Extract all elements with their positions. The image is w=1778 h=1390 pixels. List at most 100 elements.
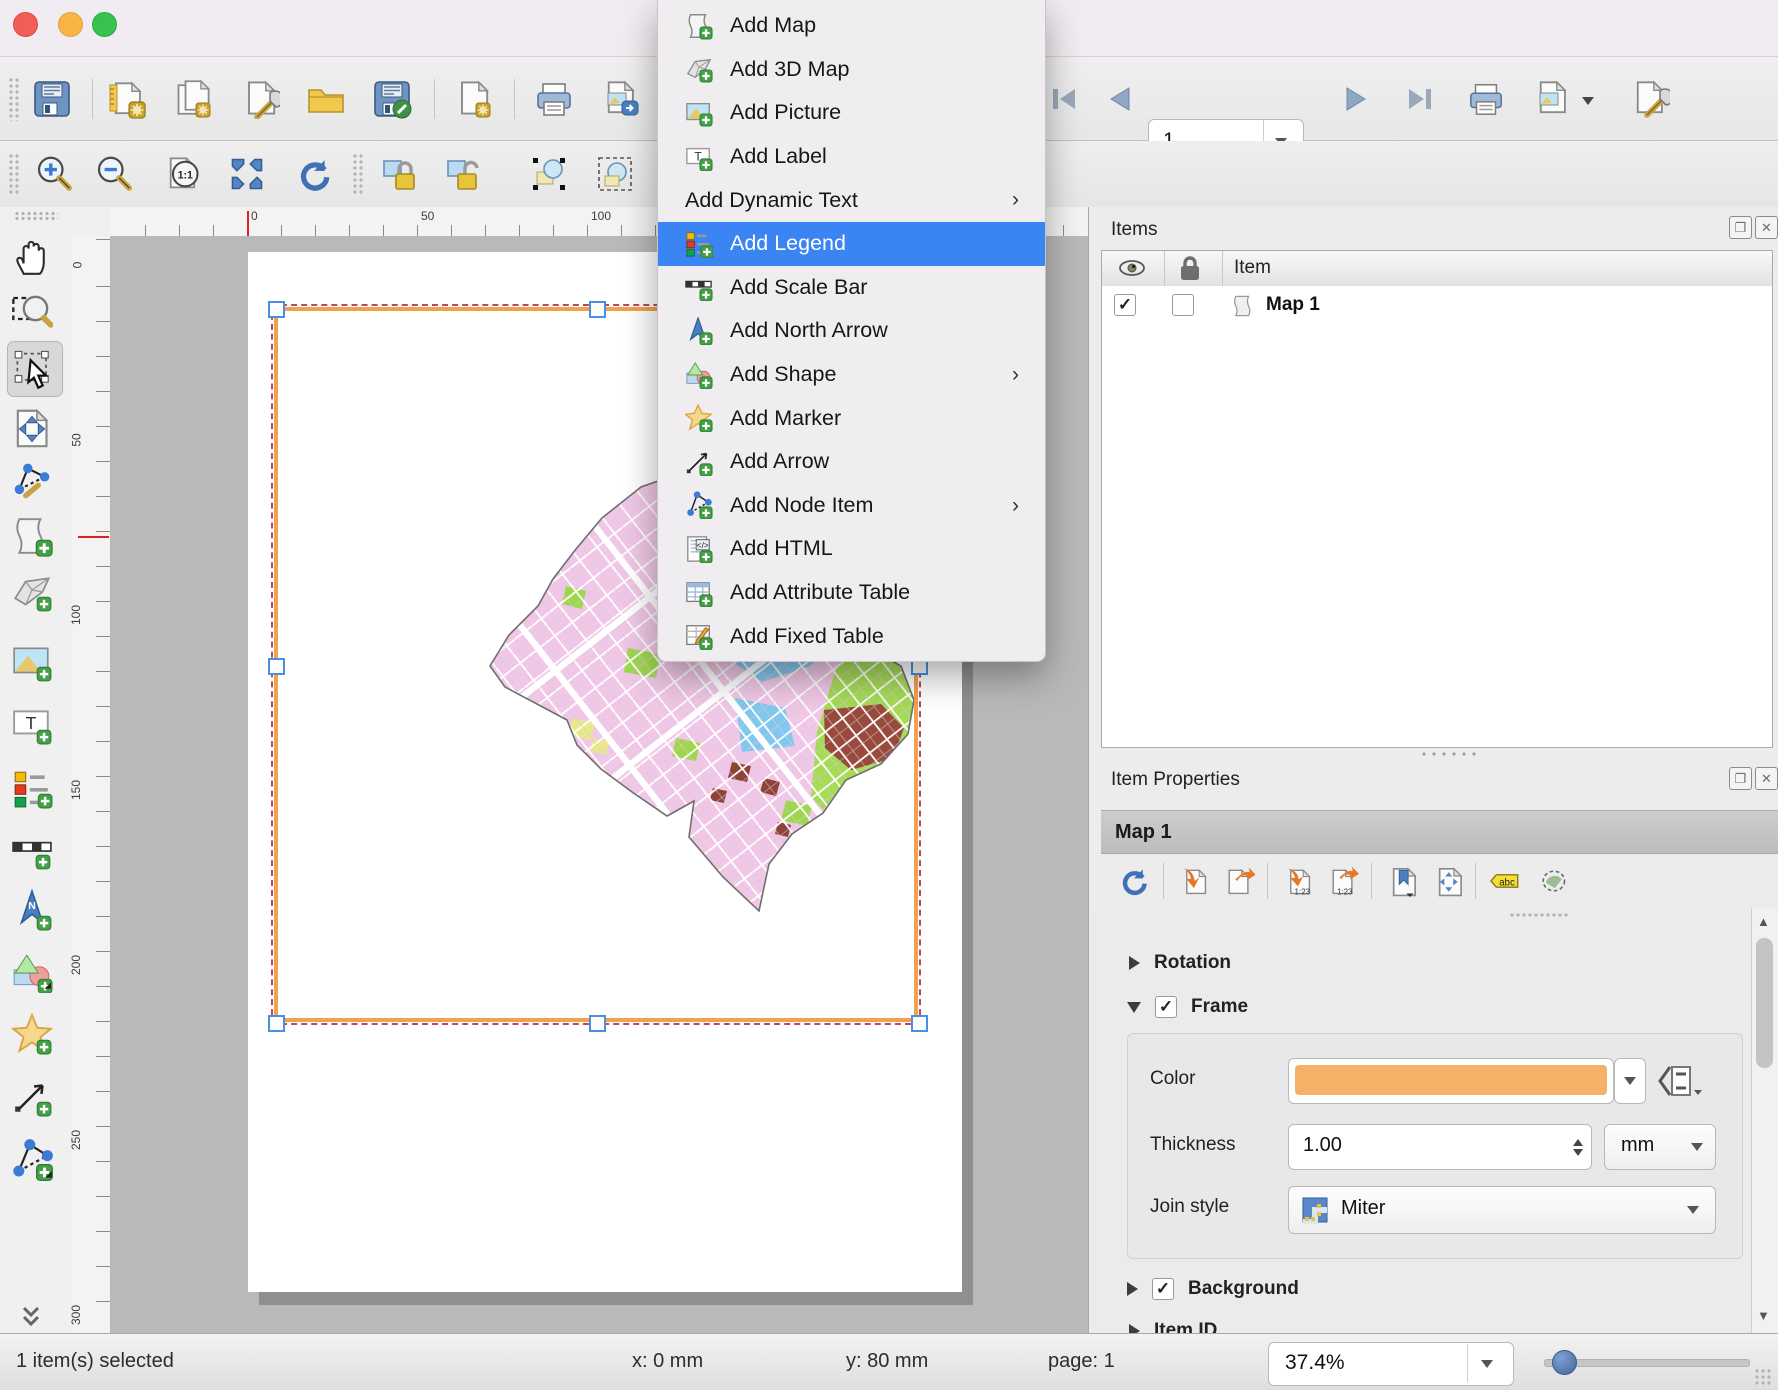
menu-item-add-attribute-table[interactable]: Add Attribute Table [658,571,1045,615]
interactive-edit-button[interactable] [1427,861,1467,901]
add-label-tool-button[interactable]: T [7,699,57,749]
atlas-first-feature-button[interactable] [1042,78,1086,120]
edit-nodes-tool-button[interactable] [7,456,57,506]
frame-section-header[interactable]: ✓ Frame [1127,996,1248,1018]
items-panel-float-button[interactable]: ❐ [1729,216,1752,239]
zoom-tool-button[interactable] [7,287,57,337]
panel-splitter[interactable] [1419,750,1479,758]
items-panel-close-button[interactable]: ✕ [1755,216,1778,239]
zoom-full-button[interactable] [224,152,270,196]
properties-scrollbar[interactable]: ▲ ▼ [1751,908,1778,1333]
frame-color-button[interactable] [1288,1058,1614,1104]
refresh-view-button[interactable] [290,152,336,196]
add-scale-bar-tool-button[interactable] [7,825,57,875]
menu-item-add-label[interactable]: T Add Label [658,135,1045,179]
rotation-section-header[interactable]: Rotation [1129,952,1231,974]
thickness-spinner[interactable] [1573,1133,1583,1161]
toolbar-grip[interactable] [8,153,20,195]
frame-color-dropdown-button[interactable] [1614,1058,1646,1104]
selection-handle-bottom-left[interactable] [268,1015,285,1032]
zoom-window-button[interactable] [92,12,117,37]
select-all-button[interactable] [526,152,572,196]
selection-handle-bottom-middle[interactable] [589,1015,606,1032]
minimize-window-button[interactable] [58,12,83,37]
save-project-button[interactable] [28,76,76,122]
map-labels-button[interactable]: abc [1485,861,1529,901]
background-section-header[interactable]: ✓ Background [1127,1278,1299,1300]
scrollbar-up-icon[interactable]: ▲ [1757,914,1771,929]
move-item-content-tool-button[interactable] [7,404,57,454]
pan-tool-button[interactable] [7,232,57,282]
atlas-previous-feature-button[interactable] [1098,78,1142,120]
new-layout-button[interactable] [102,76,150,122]
lock-items-button[interactable] [378,152,424,196]
color-data-defined-override-button[interactable] [1656,1062,1704,1100]
set-map-extent-button[interactable] [1173,861,1213,901]
items-list-row-map1[interactable]: ✓ Map 1 [1102,286,1772,326]
add-north-arrow-tool-button[interactable]: N [7,885,57,935]
add-marker-tool-button[interactable] [7,1009,57,1059]
menu-item-add-3d-map[interactable]: Add 3D Map [658,48,1045,92]
unlock-items-button[interactable] [442,152,488,196]
menu-item-add-fixed-table[interactable]: Add Fixed Table [658,614,1045,658]
scrollbar-thumb[interactable] [1756,938,1773,1068]
frame-checkbox[interactable]: ✓ [1155,996,1177,1018]
add-picture-tool-button[interactable] [7,637,57,687]
atlas-next-feature-button[interactable] [1334,78,1378,120]
atlas-last-feature-button[interactable] [1398,78,1442,120]
toolbar-grip[interactable] [8,77,20,121]
open-folder-button[interactable] [302,76,350,122]
background-checkbox[interactable]: ✓ [1152,1278,1174,1300]
selection-handle-top-left[interactable] [268,301,285,318]
join-style-combo[interactable]: Miter [1288,1186,1716,1234]
zoom-in-button[interactable] [30,152,76,196]
export-atlas-dropdown-icon[interactable] [1582,97,1594,105]
set-map-scale-button[interactable]: 1:23 [1277,861,1317,901]
new-report-button[interactable] [448,76,496,122]
zoom-level-combo[interactable]: 37.4% [1268,1342,1514,1386]
save-as-button[interactable] [368,76,416,122]
toolbar-grip[interactable] [352,153,364,195]
bookmark-extent-button[interactable] [1381,861,1421,901]
more-tools-button[interactable] [16,1302,46,1337]
add-arrow-tool-button[interactable] [7,1071,57,1121]
map1-lock-checkbox[interactable] [1172,294,1194,316]
add-map-tool-button[interactable] [7,511,57,561]
map1-visibility-checkbox[interactable]: ✓ [1114,294,1136,316]
add-legend-tool-button[interactable] [7,763,57,813]
menu-item-add-legend[interactable]: Add Legend [658,222,1045,266]
refresh-map-button[interactable] [1113,861,1153,901]
item-properties-close-button[interactable]: ✕ [1755,767,1778,790]
zoom-slider-handle[interactable] [1552,1350,1577,1375]
resize-grip[interactable] [1754,1368,1772,1386]
selection-handle-top-middle[interactable] [589,301,606,318]
add-3d-map-tool-button[interactable] [7,567,57,617]
atlas-settings-button[interactable] [1626,76,1674,122]
thickness-unit-combo[interactable]: mm [1604,1124,1716,1170]
menu-item-add-marker[interactable]: Add Marker [658,396,1045,440]
menu-item-add-picture[interactable]: Add Picture [658,91,1045,135]
menu-item-add-arrow[interactable]: Add Arrow [658,440,1045,484]
selection-handle-bottom-right[interactable] [911,1015,928,1032]
select-move-item-tool-button[interactable] [7,341,63,397]
map-clipping-button[interactable] [1533,861,1573,901]
deselect-all-button[interactable] [592,152,638,196]
close-window-button[interactable] [13,12,38,37]
add-node-item-tool-button[interactable] [7,1135,57,1185]
export-image-button[interactable] [596,76,644,122]
add-shape-tool-button[interactable] [7,947,57,997]
view-extent-in-map-button[interactable] [1219,861,1259,901]
zoom-actual-button[interactable]: 1:1 [160,152,206,196]
menu-item-add-node-item[interactable]: Add Node Item › [658,484,1045,528]
duplicate-layout-button[interactable] [168,76,216,122]
print-atlas-button[interactable] [1462,76,1510,122]
menu-item-add-north-arrow[interactable]: Add North Arrow [658,309,1045,353]
menu-item-add-shape[interactable]: Add Shape › [658,353,1045,397]
item-id-section-header[interactable]: Item ID [1129,1320,1217,1333]
menu-item-add-dynamic-text[interactable]: Add Dynamic Text › [658,178,1045,222]
view-scale-in-map-button[interactable]: 1:23 [1323,861,1363,901]
selection-handle-middle-left[interactable] [268,658,285,675]
menu-item-add-scale-bar[interactable]: Add Scale Bar [658,266,1045,310]
menu-item-add-html[interactable]: </> Add HTML [658,527,1045,571]
export-atlas-button[interactable] [1528,76,1576,122]
